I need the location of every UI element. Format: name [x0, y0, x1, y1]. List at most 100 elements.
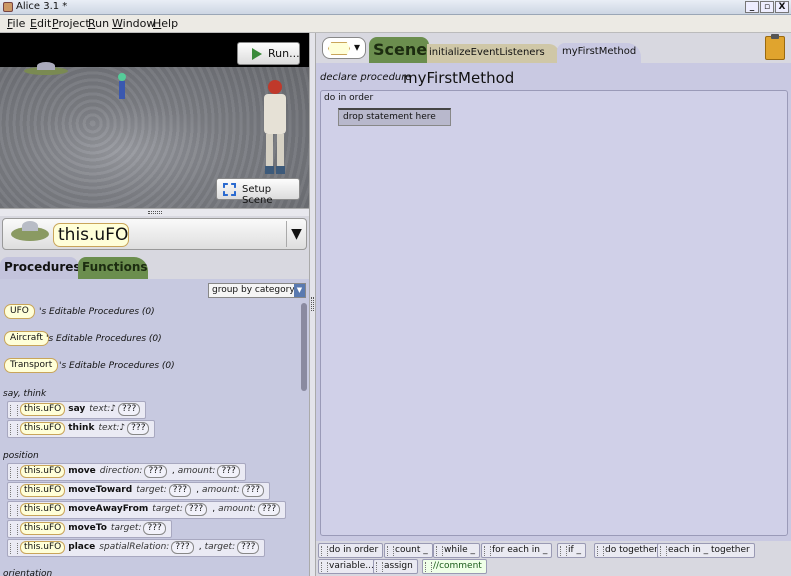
type-chip-transport[interactable]: Transport: [4, 358, 59, 373]
category-say-think: say, think: [3, 389, 47, 399]
category-orientation: orientation: [3, 569, 53, 576]
block-count[interactable]: count _: [384, 543, 433, 558]
group-by-value: group by category: [212, 285, 295, 295]
splitter-grip: [148, 211, 162, 214]
tab-my-first-method[interactable]: myFirstMethod: [557, 43, 641, 63]
alien-model[interactable]: [118, 73, 126, 99]
procedure-move[interactable]: this.uFO move direction:???, amount:???: [7, 463, 246, 481]
arg-placeholder[interactable]: ???: [237, 541, 260, 554]
class-hexagon-icon: [328, 42, 350, 55]
expand-icon: [223, 183, 236, 196]
type-desc-aircraft: 's Editable Procedures (0): [46, 334, 162, 344]
type-chip-aircraft[interactable]: Aircraft: [4, 331, 49, 346]
arg-placeholder[interactable]: ???: [144, 465, 167, 478]
param-label: text:: [89, 404, 111, 414]
declare-procedure-label: declare procedure: [320, 72, 412, 83]
instance-name: this.uFO: [53, 223, 129, 247]
run-label: Run...: [268, 47, 300, 60]
param-label: target:: [204, 542, 236, 552]
procedure-move-away-from[interactable]: this.uFO moveAwayFrom target:???, amount:??…: [7, 501, 287, 519]
instance-selector[interactable]: this.uFO ▼: [2, 218, 307, 250]
procedure-place[interactable]: this.uFO place spatialRelation:???, target:…: [7, 539, 266, 557]
block-while[interactable]: while _: [433, 543, 480, 558]
procedure-name: moveAwayFrom: [68, 504, 149, 514]
astronaut-model[interactable]: [262, 80, 288, 174]
block-assign[interactable]: assign: [373, 559, 418, 574]
text-type-icon: ♪: [119, 423, 126, 433]
menu-file[interactable]: File: [7, 17, 25, 30]
tab-initialize-event-listeners[interactable]: initializeEventListeners: [427, 44, 559, 63]
text-type-icon: ♪: [110, 404, 116, 414]
arg-placeholder[interactable]: ???: [117, 403, 141, 416]
target-chip: this.uFO: [20, 541, 66, 554]
menu-run[interactable]: Run: [88, 17, 109, 30]
setup-scene-button[interactable]: Setup Scene: [216, 178, 300, 206]
param-label: target:: [136, 485, 167, 495]
block-for-each-in[interactable]: for each in _: [481, 543, 553, 558]
arg-placeholder[interactable]: ???: [257, 503, 281, 516]
menu-help[interactable]: Help: [153, 17, 178, 30]
procedure-move-toward[interactable]: this.uFO moveToward target:???, amount:???: [7, 482, 271, 500]
arg-placeholder[interactable]: ???: [143, 522, 166, 535]
menu-edit[interactable]: Edit: [30, 17, 51, 30]
chevron-down-icon: ▾: [354, 40, 361, 54]
block-comment[interactable]: //comment: [422, 559, 487, 574]
class-menu-button[interactable]: ▾: [322, 37, 366, 59]
tab-procedures[interactable]: Procedures: [0, 257, 81, 279]
param-label: spatialRelation:: [99, 542, 170, 552]
chevron-down-icon: ▼: [294, 284, 305, 297]
do-in-order-block[interactable]: do in order: [320, 90, 788, 536]
do-in-order-label: do in order: [324, 93, 374, 103]
param-label: amount:: [218, 504, 256, 514]
maximize-button[interactable]: ▫: [760, 1, 774, 13]
procedure-name: moveTo: [68, 523, 107, 533]
arg-placeholder[interactable]: ???: [127, 422, 150, 435]
tab-functions[interactable]: Functions: [78, 257, 148, 279]
param-label: amount:: [177, 466, 216, 476]
arg-placeholder[interactable]: ???: [241, 484, 265, 497]
horizontal-splitter[interactable]: [0, 208, 309, 216]
run-button[interactable]: Run...: [237, 42, 300, 65]
menu-window[interactable]: Window: [112, 17, 155, 30]
arg-placeholder[interactable]: ???: [171, 541, 194, 554]
block-variable[interactable]: variable...: [318, 559, 379, 574]
procedure-move-to[interactable]: this.uFO moveTo target:???: [7, 520, 172, 538]
splitter-grip: [311, 297, 314, 311]
tab-scene[interactable]: Scene: [369, 37, 429, 63]
procedure-name: think: [68, 423, 95, 433]
param-label: direction:: [99, 466, 143, 476]
param-label: amount:: [201, 485, 240, 495]
block-do-in-order[interactable]: do in order: [318, 543, 384, 558]
setup-scene-label: Setup Scene: [242, 184, 273, 206]
target-chip: this.uFO: [20, 522, 66, 535]
ufo-model[interactable]: [24, 62, 68, 75]
vertical-splitter[interactable]: [309, 33, 316, 576]
group-by-select[interactable]: group by category ▼: [208, 283, 306, 298]
procedures-scrollbar[interactable]: [301, 303, 307, 391]
type-chip-ufo[interactable]: UFO: [4, 304, 35, 319]
arg-placeholder[interactable]: ???: [184, 503, 208, 516]
block-if[interactable]: if _: [557, 543, 587, 558]
chevron-down-icon[interactable]: ▼: [286, 221, 306, 247]
close-button[interactable]: X: [775, 1, 789, 13]
procedure-name: move: [68, 466, 96, 476]
block-do-together[interactable]: do together: [594, 543, 663, 558]
target-chip: this.uFO: [20, 403, 66, 416]
target-chip: this.uFO: [20, 465, 66, 478]
title-bar: Alice 3.1 * _ ▫ X: [0, 0, 791, 15]
procedure-think[interactable]: this.uFO think text:♪???: [7, 420, 156, 438]
ufo-icon: [11, 221, 49, 241]
procedures-panel: group by category ▼ UFO 's Editable Proc…: [0, 279, 309, 576]
procedure-say[interactable]: this.uFO say text:♪???: [7, 401, 147, 419]
minimize-button[interactable]: _: [745, 1, 759, 13]
arg-placeholder[interactable]: ???: [217, 465, 240, 478]
param-label: target:: [152, 504, 183, 514]
clipboard-icon[interactable]: [765, 34, 785, 60]
procedure-name: say: [68, 404, 86, 414]
drop-statement-target[interactable]: drop statement here: [338, 108, 451, 126]
arg-placeholder[interactable]: ???: [168, 484, 192, 497]
menu-project[interactable]: Project: [52, 17, 90, 30]
block-each-in-together[interactable]: each in _ together: [657, 543, 755, 558]
param-label: target:: [110, 523, 142, 533]
type-desc-ufo: 's Editable Procedures (0): [39, 307, 155, 317]
